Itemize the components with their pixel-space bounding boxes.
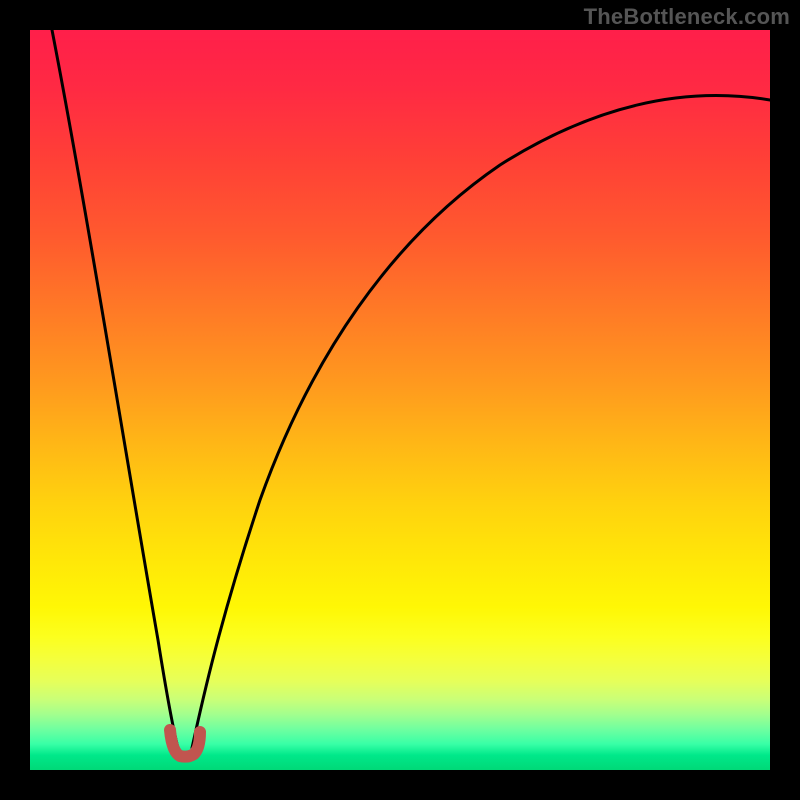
- curve-left-branch: [52, 30, 178, 748]
- cusp-marker: [170, 730, 200, 757]
- plot-area: [30, 30, 770, 770]
- chart-frame: TheBottleneck.com: [0, 0, 800, 800]
- curve-layer: [30, 30, 770, 770]
- attribution-text: TheBottleneck.com: [584, 4, 790, 30]
- curve-right-branch: [192, 96, 770, 748]
